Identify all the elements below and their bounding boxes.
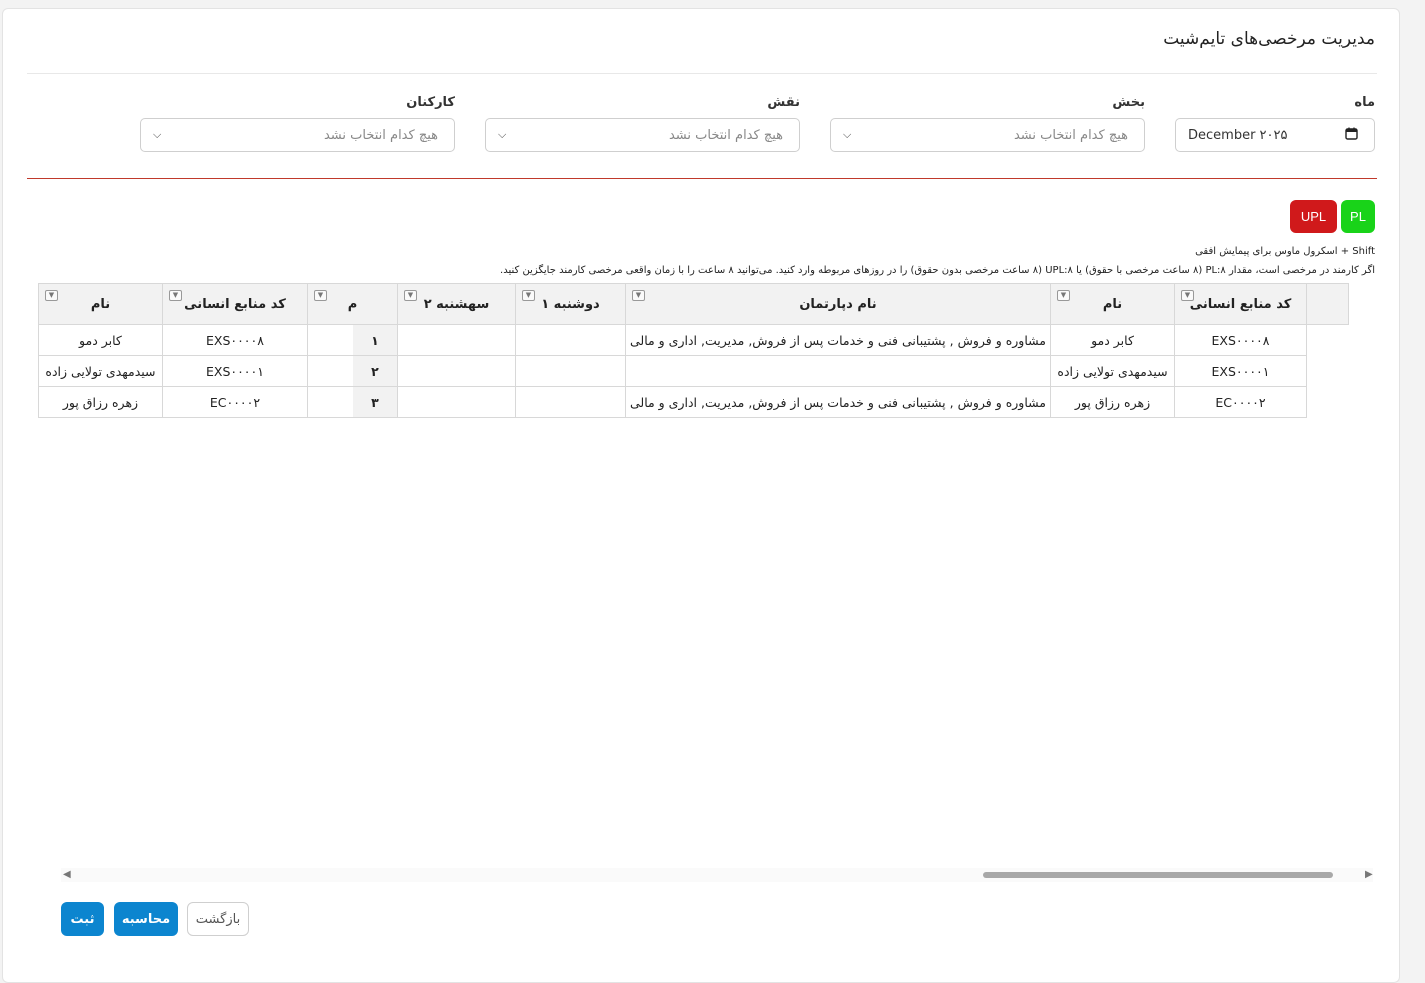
row-spacer — [1307, 356, 1349, 387]
month-value: December ۲۰۲۵ — [1188, 127, 1288, 143]
timesheet-grid: کد منابع انسانی ▼ نام ▼ نام دپارتمان ▼ دوشن… — [27, 283, 1349, 863]
column-header-name[interactable]: نام ▼ — [1050, 283, 1175, 325]
chevron-down-icon: ⌵ — [153, 128, 162, 141]
row-number: ۲ — [352, 356, 397, 386]
filter-icon[interactable]: ▼ — [1181, 290, 1194, 301]
department-filter: بخش هیچ کدام انتخاب نشد ⌵ — [830, 95, 1145, 152]
name-cell[interactable]: زهره رزاق پور — [1050, 386, 1175, 418]
title-divider — [27, 73, 1377, 74]
table-row[interactable]: EC۰۰۰۰۲ زهره رزاق پور مشاوره و فروش , پش… — [37, 386, 1349, 418]
row-number-spacer — [308, 325, 353, 355]
column-header-left-hr-code[interactable]: کد منابع انسانی ▼ — [161, 283, 308, 325]
leave-hint: اگر کارمند در مرخصی است، مقدار PL:۸ (۸ س… — [500, 265, 1375, 276]
column-label: نام — [90, 296, 111, 312]
tuesday-2-cell[interactable] — [396, 386, 516, 418]
left-hr-code-cell[interactable]: EXS۰۰۰۰۱ — [161, 355, 308, 387]
row-select-header — [1306, 283, 1349, 325]
staff-select[interactable]: هیچ کدام انتخاب نشد ⌵ — [140, 118, 455, 152]
month-filter: ماه December ۲۰۲۵ — [1175, 95, 1375, 152]
department-cell[interactable]: مشاوره و فروش , پشتیبانی فنی و خدمات پس … — [624, 324, 1052, 356]
column-label: کد منابع انسانی — [184, 296, 286, 312]
upl-legend-badge: UPL — [1290, 200, 1337, 233]
staff-placeholder: هیچ کدام انتخاب نشد — [323, 127, 438, 143]
horizontal-scrollbar[interactable] — [61, 868, 1373, 882]
table-row[interactable]: EXS۰۰۰۰۱ سیدمهدی تولایی زاده ۲ EXS۰۰۰۰۱ … — [37, 355, 1349, 387]
role-placeholder: هیچ کدام انتخاب نشد — [668, 127, 783, 143]
calendar-icon[interactable] — [1345, 127, 1358, 144]
column-header-department[interactable]: نام دپارتمان ▼ — [624, 283, 1052, 325]
filter-icon[interactable]: ▼ — [1057, 290, 1070, 301]
month-picker[interactable]: December ۲۰۲۵ — [1175, 118, 1375, 152]
row-spacer — [1307, 387, 1349, 418]
department-placeholder: هیچ کدام انتخاب نشد — [1013, 127, 1128, 143]
scroll-right-icon[interactable]: ▶ — [1365, 869, 1373, 880]
left-name-cell[interactable]: کابر دمو — [37, 324, 163, 356]
leave-management-card: مدیریت مرخصی‌های تایم‌شیت ماه December ۲… — [2, 8, 1400, 983]
pl-legend-badge: PL — [1341, 200, 1375, 233]
chevron-down-icon: ⌵ — [498, 128, 507, 141]
save-button[interactable]: ثبت — [61, 902, 104, 936]
grid-header-row: کد منابع انسانی ▼ نام ▼ نام دپارتمان ▼ دوشن… — [37, 283, 1349, 325]
chevron-down-icon: ⌵ — [843, 128, 852, 141]
column-label: دوشنبه ۱ — [541, 296, 600, 312]
left-hr-code-cell[interactable]: EC۰۰۰۰۲ — [161, 386, 308, 418]
hr-code-cell[interactable]: EXS۰۰۰۰۱ — [1174, 355, 1307, 387]
left-name-cell[interactable]: سیدمهدی تولایی زاده — [37, 355, 163, 387]
section-divider — [27, 178, 1377, 179]
tuesday-2-cell[interactable] — [396, 355, 516, 387]
row-number-spacer — [308, 387, 353, 417]
role-filter: نقش هیچ کدام انتخاب نشد ⌵ — [485, 95, 800, 152]
filter-icon[interactable]: ▼ — [313, 290, 327, 301]
page-title: مدیریت مرخصی‌های تایم‌شیت — [1163, 29, 1375, 49]
department-cell[interactable] — [624, 355, 1052, 387]
row-number-spacer — [308, 356, 353, 386]
row-spacer — [1307, 325, 1349, 356]
name-cell[interactable]: کابر دمو — [1050, 324, 1175, 356]
left-name-cell[interactable]: زهره رزاق پور — [37, 386, 163, 418]
table-row[interactable]: EXS۰۰۰۰۸ کابر دمو مشاوره و فروش , پشتیبا… — [37, 324, 1349, 356]
row-number: ۳ — [352, 387, 397, 417]
role-select[interactable]: هیچ کدام انتخاب نشد ⌵ — [485, 118, 800, 152]
column-header-row-number[interactable]: م ▼ — [306, 283, 398, 325]
monday-1-cell[interactable] — [514, 355, 626, 387]
monday-1-cell[interactable] — [514, 386, 626, 418]
department-cell[interactable]: مشاوره و فروش , پشتیبانی فنی و خدمات پس … — [624, 386, 1052, 418]
staff-label: کارکنان — [406, 95, 455, 110]
column-header-hr-code[interactable]: کد منابع انسانی ▼ — [1174, 283, 1307, 325]
department-label: بخش — [1112, 95, 1145, 110]
hr-code-cell[interactable]: EC۰۰۰۰۲ — [1174, 386, 1307, 418]
column-label: نام — [1102, 296, 1123, 312]
scrollbar-thumb[interactable] — [983, 872, 1333, 878]
scroll-left-icon[interactable]: ◀ — [63, 869, 71, 880]
name-cell[interactable]: سیدمهدی تولایی زاده — [1050, 355, 1175, 387]
hr-code-cell[interactable]: EXS۰۰۰۰۸ — [1174, 324, 1307, 356]
monday-1-cell[interactable] — [514, 324, 626, 356]
column-label: سهشنبه ۲ — [423, 296, 490, 312]
calculate-button[interactable]: محاسبه — [114, 902, 178, 936]
filter-icon[interactable]: ▼ — [403, 290, 417, 301]
column-header-tuesday-2[interactable]: سهشنبه ۲ ▼ — [396, 283, 516, 325]
filter-icon[interactable]: ▼ — [521, 290, 535, 301]
department-select[interactable]: هیچ کدام انتخاب نشد ⌵ — [830, 118, 1145, 152]
staff-filter: کارکنان هیچ کدام انتخاب نشد ⌵ — [140, 95, 455, 152]
left-hr-code-cell[interactable]: EXS۰۰۰۰۸ — [161, 324, 308, 356]
filter-icon[interactable]: ▼ — [44, 290, 58, 301]
month-label: ماه — [1354, 95, 1375, 110]
column-label: کد منابع انسانی — [1189, 296, 1292, 312]
scroll-hint: Shift + اسکرول ماوس برای پیمایش افقی — [1195, 246, 1375, 257]
tuesday-2-cell[interactable] — [396, 324, 516, 356]
column-header-monday-1[interactable]: دوشنبه ۱ ▼ — [514, 283, 626, 325]
row-number: ۱ — [352, 325, 397, 355]
column-header-left-name[interactable]: نام ▼ — [37, 283, 163, 325]
back-button[interactable]: بازگشت — [187, 902, 249, 936]
grid-main-table: کد منابع انسانی ▼ نام ▼ نام دپارتمان ▼ دوشن… — [37, 283, 1349, 418]
filter-icon[interactable]: ▼ — [168, 290, 182, 301]
filter-icon[interactable]: ▼ — [631, 290, 645, 301]
role-label: نقش — [767, 95, 800, 110]
column-label: نام دپارتمان — [799, 296, 877, 312]
